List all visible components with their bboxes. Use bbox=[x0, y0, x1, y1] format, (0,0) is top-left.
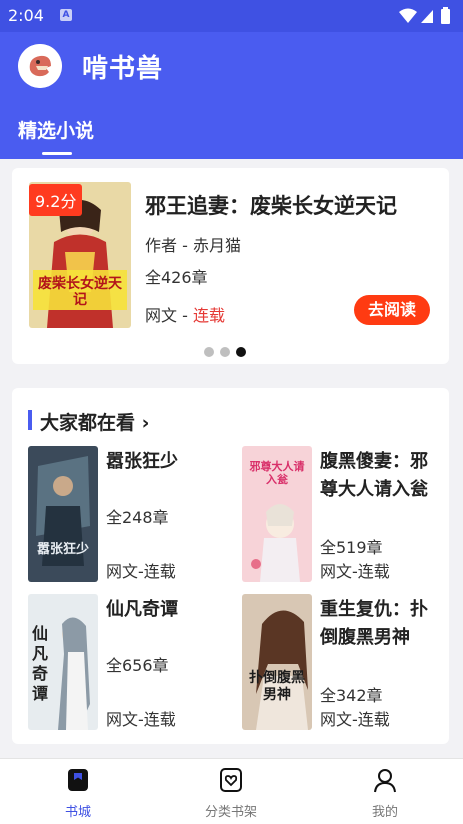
popular-section: 大家都在看 › 嚣张狂少 嚣张狂少 全248章 网文-连载 邪尊大人请入瓮 腹黑… bbox=[12, 388, 449, 744]
status-time: 2:04 bbox=[8, 6, 44, 25]
type-prefix: 网文 - bbox=[145, 306, 193, 325]
system-icons bbox=[397, 6, 455, 30]
book-item[interactable]: 仙凡奇谭 仙凡奇谭 全656章 网文-连载 bbox=[28, 594, 228, 734]
cover-title: 邪尊大人请入瓮 bbox=[249, 460, 305, 486]
nav-bookstore[interactable]: 书城 bbox=[18, 767, 138, 820]
nav-label: 书城 bbox=[64, 805, 91, 820]
cover-title: 嚣张狂少 bbox=[36, 542, 89, 557]
book-cover[interactable]: 邪尊大人请入瓮 bbox=[242, 446, 312, 582]
book-type: 网文-连载 bbox=[106, 710, 176, 729]
featured-book-type: 网文 - 连载 bbox=[145, 302, 225, 326]
read-button[interactable]: 去阅读 bbox=[354, 295, 430, 325]
section-accent-bar bbox=[28, 410, 32, 430]
rating-badge: 9.2分 bbox=[29, 184, 83, 216]
featured-book-author: 作者 - 赤月猫 bbox=[145, 236, 241, 255]
book-chapters: 全248章 bbox=[106, 508, 169, 527]
battery-icon bbox=[441, 9, 450, 24]
nav-label: 分类书架 bbox=[204, 805, 257, 820]
app-logo-icon bbox=[18, 44, 62, 88]
signal-icon bbox=[421, 10, 433, 23]
cover-title: 仙凡奇谭 bbox=[32, 624, 49, 703]
status-bar: 2:04 A bbox=[0, 0, 463, 32]
app-title: 啃书兽 bbox=[82, 54, 164, 84]
tab-featured-novels[interactable]: 精选小说 bbox=[18, 116, 94, 143]
featured-book-chapters: 全426章 bbox=[145, 268, 208, 287]
carousel-dot-active[interactable] bbox=[236, 347, 246, 357]
book-type: 网文-连载 bbox=[106, 562, 176, 581]
user-icon bbox=[374, 769, 396, 793]
nav-label: 我的 bbox=[371, 805, 398, 820]
featured-banner[interactable]: 废柴长女逆天记 9.2分 邪王追妻：废柴长女逆天记 作者 - 赤月猫 全426章… bbox=[12, 168, 449, 364]
book-title[interactable]: 嚣张狂少 bbox=[106, 448, 216, 476]
carousel-dot[interactable] bbox=[220, 347, 230, 357]
bottom-navigation: 书城 分类书架 我的 bbox=[0, 758, 463, 824]
book-type: 网文-连载 bbox=[320, 710, 390, 729]
bookstore-icon bbox=[68, 769, 88, 791]
notification-a-icon: A bbox=[60, 9, 72, 21]
book-chapters: 全656章 bbox=[106, 656, 169, 675]
featured-cover-title: 废柴长女逆天记 bbox=[38, 276, 122, 308]
book-title[interactable]: 腹黑傻妻：邪尊大人请入瓮 bbox=[320, 448, 430, 504]
book-chapters: 全519章 bbox=[320, 538, 383, 557]
tab-indicator bbox=[42, 152, 72, 155]
cover-title: 扑倒腹黑男神 bbox=[249, 670, 305, 703]
wifi-icon bbox=[399, 8, 417, 23]
app-header: 啃书兽 精选小说 bbox=[0, 32, 463, 159]
book-title[interactable]: 仙凡奇谭 bbox=[106, 596, 216, 624]
book-item[interactable]: 嚣张狂少 嚣张狂少 全248章 网文-连载 bbox=[28, 446, 228, 586]
carousel-dots[interactable] bbox=[204, 342, 252, 361]
book-chapters: 全342章 bbox=[320, 686, 383, 705]
section-title[interactable]: 大家都在看 › bbox=[40, 408, 149, 435]
book-title[interactable]: 重生复仇：扑倒腹黑男神 bbox=[320, 596, 430, 652]
featured-book-title[interactable]: 邪王追妻：废柴长女逆天记 bbox=[145, 190, 397, 220]
book-item[interactable]: 邪尊大人请入瓮 腹黑傻妻：邪尊大人请入瓮 全519章 网文-连载 bbox=[242, 446, 442, 586]
book-cover[interactable]: 扑倒腹黑男神 bbox=[242, 594, 312, 730]
bookshelf-icon bbox=[220, 768, 242, 792]
nav-category-shelf[interactable]: 分类书架 bbox=[171, 767, 291, 820]
book-cover[interactable]: 仙凡奇谭 bbox=[28, 594, 98, 730]
nav-profile[interactable]: 我的 bbox=[325, 767, 445, 820]
book-type: 网文-连载 bbox=[320, 562, 390, 581]
book-cover[interactable]: 嚣张狂少 bbox=[28, 446, 98, 582]
status-label: 连载 bbox=[192, 306, 225, 325]
carousel-dot[interactable] bbox=[204, 347, 214, 357]
book-item[interactable]: 扑倒腹黑男神 重生复仇：扑倒腹黑男神 全342章 网文-连载 bbox=[242, 594, 442, 734]
